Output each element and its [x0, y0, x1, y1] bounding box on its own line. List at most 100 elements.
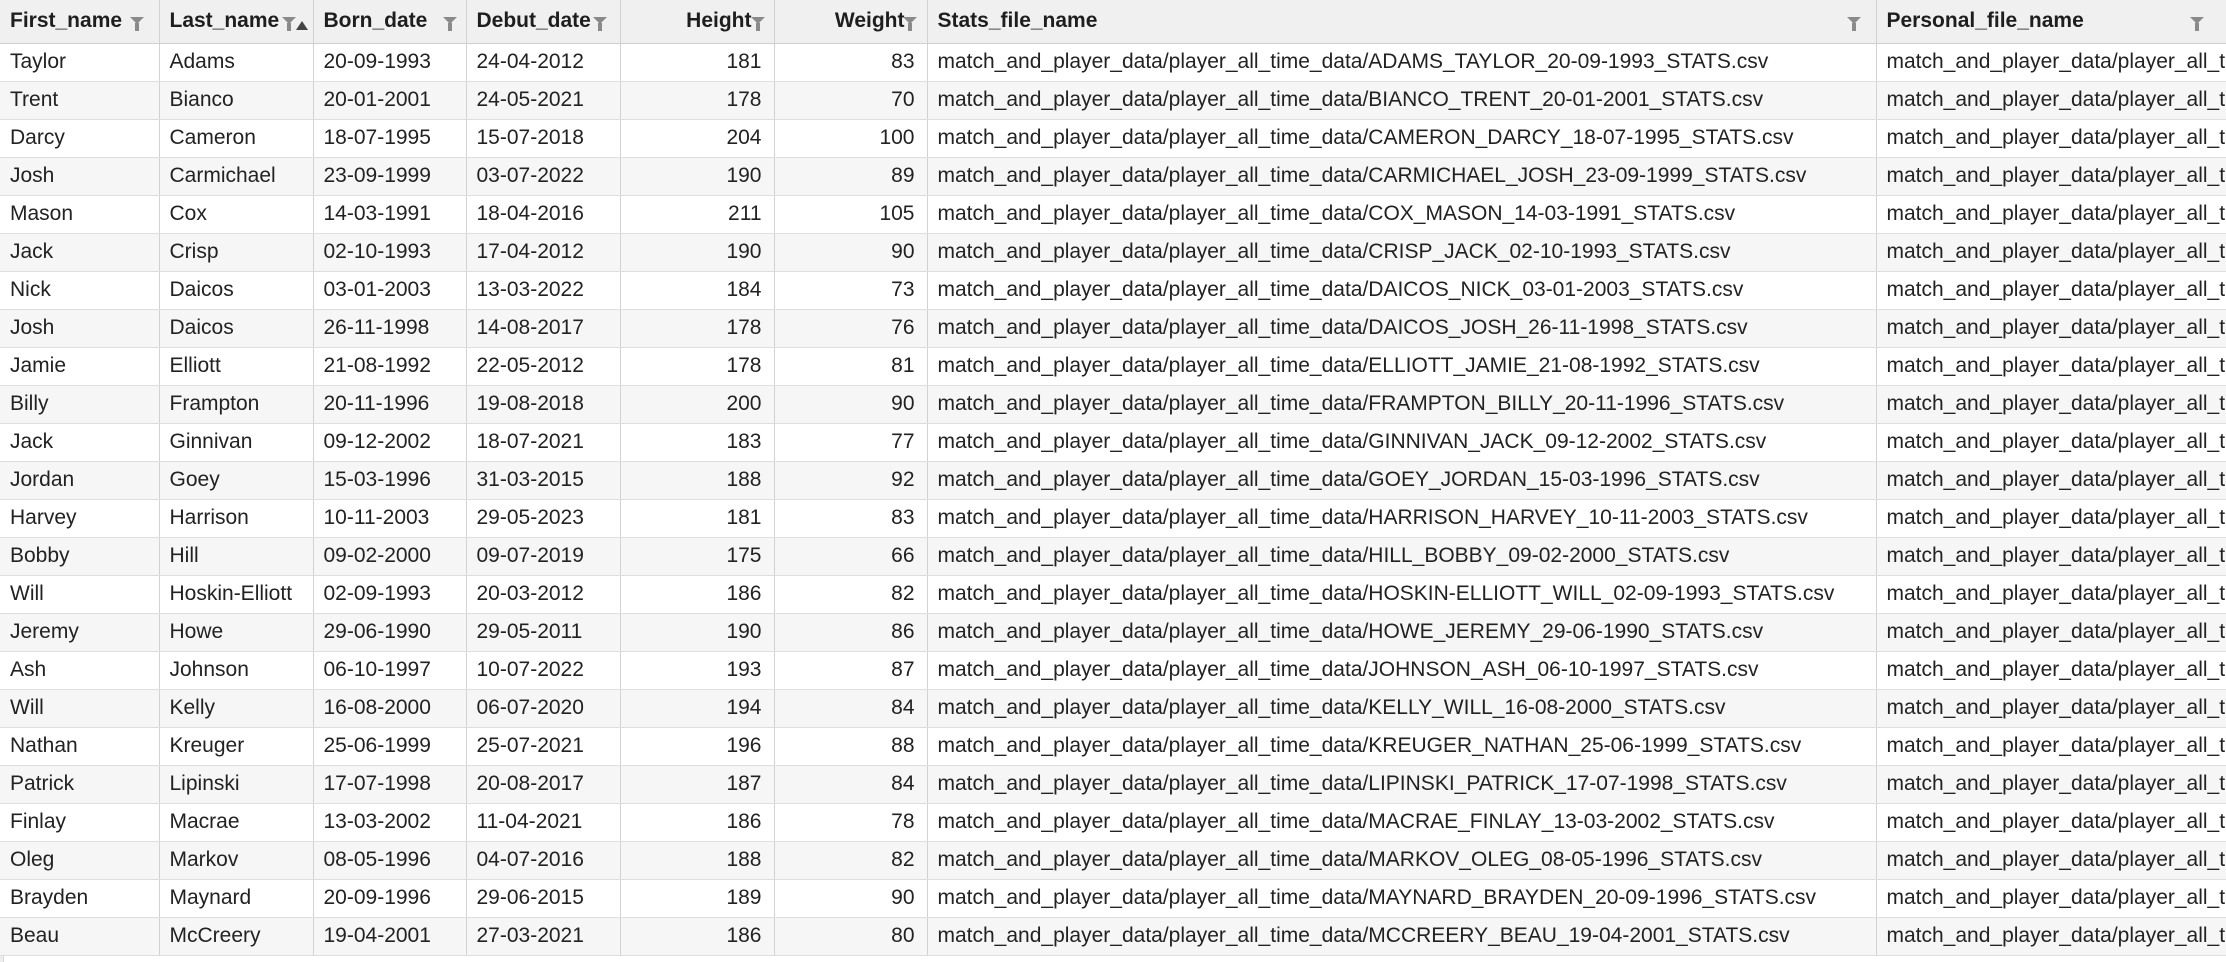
cell-born-date[interactable]: 15-03-1996 [313, 461, 467, 500]
cell-personal-file-name[interactable]: match_and_player_data/player_all_time_da… [1876, 347, 2226, 386]
cell-debut-date[interactable]: 04-07-2016 [466, 841, 621, 880]
table-row[interactable]: Will Hoskin-Elliott 02-09-1993 20-03-2012 18… [0, 575, 2226, 614]
cell-personal-file-name[interactable]: match_and_player_data/player_all_time_da… [1876, 651, 2226, 690]
cell-stats-file-name[interactable]: match_and_player_data/player_all_time_da… [927, 917, 1877, 956]
table-row[interactable]: Trent Bianco 20-01-2001 24-05-2021 178 70 matc… [0, 81, 2226, 120]
cell-last-name[interactable]: Frampton [159, 385, 314, 424]
filter-icon[interactable] [2189, 17, 2204, 31]
cell-personal-file-name[interactable]: match_and_player_data/player_all_time_da… [1876, 119, 2226, 158]
sort-ascending-icon[interactable] [295, 21, 308, 30]
cell-born-date[interactable]: 26-11-1998 [313, 309, 467, 348]
filter-icon[interactable] [281, 17, 296, 31]
cell-weight[interactable]: 90 [774, 233, 928, 272]
cell-weight[interactable]: 83 [774, 499, 928, 538]
cell-height[interactable]: 190 [620, 157, 775, 196]
cell-personal-file-name[interactable]: match_and_player_data/player_all_time_da… [1876, 689, 2226, 728]
cell-born-date[interactable]: 20-09-1996 [313, 879, 467, 918]
cell-stats-file-name[interactable]: match_and_player_data/player_all_time_da… [927, 879, 1877, 918]
column-header-weight[interactable]: Weight [774, 0, 928, 44]
cell-stats-file-name[interactable]: match_and_player_data/player_all_time_da… [927, 727, 1877, 766]
column-header-height[interactable]: Height [620, 0, 775, 44]
cell-weight[interactable]: 78 [774, 803, 928, 842]
cell-debut-date[interactable]: 10-07-2022 [466, 651, 621, 690]
cell-weight[interactable]: 82 [774, 575, 928, 614]
cell-last-name[interactable]: Bianco [159, 81, 314, 120]
cell-personal-file-name[interactable]: match_and_player_data/player_all_time_da… [1876, 537, 2226, 576]
cell-personal-file-name[interactable]: match_and_player_data/player_all_time_da… [1876, 841, 2226, 880]
table-row[interactable]: Jack Crisp 02-10-1993 17-04-2012 190 90 match_… [0, 233, 2226, 272]
cell-weight[interactable]: 84 [774, 689, 928, 728]
cell-personal-file-name[interactable]: match_and_player_data/player_all_time_da… [1876, 879, 2226, 918]
cell-last-name[interactable]: Kelly [159, 689, 314, 728]
cell-last-name[interactable]: Daicos [159, 309, 314, 348]
cell-born-date[interactable]: 10-11-2003 [313, 499, 467, 538]
cell-born-date[interactable]: 20-11-1996 [313, 385, 467, 424]
cell-weight[interactable]: 73 [774, 271, 928, 310]
cell-first-name[interactable]: Jeremy [0, 613, 160, 652]
cell-height[interactable]: 194 [620, 689, 775, 728]
cell-last-name[interactable]: Johnson [159, 651, 314, 690]
cell-last-name[interactable]: Crisp [159, 233, 314, 272]
cell-debut-date[interactable]: 13-03-2022 [466, 271, 621, 310]
cell-debut-date[interactable]: 29-05-2023 [466, 499, 621, 538]
cell-last-name[interactable]: McCreery [159, 917, 314, 956]
cell-born-date[interactable]: 08-05-1996 [313, 841, 467, 880]
cell-weight[interactable]: 90 [774, 385, 928, 424]
cell-stats-file-name[interactable]: match_and_player_data/player_all_time_da… [927, 385, 1877, 424]
cell-debut-date[interactable]: 14-08-2017 [466, 309, 621, 348]
cell-stats-file-name[interactable]: match_and_player_data/player_all_time_da… [927, 499, 1877, 538]
table-row[interactable]: Darcy Cameron 18-07-1995 15-07-2018 204 100 ma… [0, 119, 2226, 158]
cell-height[interactable]: 190 [620, 233, 775, 272]
cell-stats-file-name[interactable]: match_and_player_data/player_all_time_da… [927, 423, 1877, 462]
filter-icon[interactable] [1846, 17, 1861, 31]
cell-debut-date[interactable]: 27-03-2021 [466, 917, 621, 956]
cell-born-date[interactable]: 23-09-1999 [313, 157, 467, 196]
cell-last-name[interactable]: Elliott [159, 347, 314, 386]
cell-born-date[interactable]: 09-12-2002 [313, 423, 467, 462]
cell-first-name[interactable]: Jordan [0, 461, 160, 500]
cell-first-name[interactable]: Brayden [0, 879, 160, 918]
cell-stats-file-name[interactable]: match_and_player_data/player_all_time_da… [927, 461, 1877, 500]
cell-debut-date[interactable]: 18-04-2016 [466, 195, 621, 234]
cell-first-name[interactable]: Jamie [0, 347, 160, 386]
cell-height[interactable]: 178 [620, 309, 775, 348]
cell-weight[interactable]: 90 [774, 879, 928, 918]
cell-last-name[interactable]: Macrae [159, 803, 314, 842]
cell-stats-file-name[interactable]: match_and_player_data/player_all_time_da… [927, 271, 1877, 310]
cell-first-name[interactable]: Billy [0, 385, 160, 424]
cell-stats-file-name[interactable]: match_and_player_data/player_all_time_da… [927, 309, 1877, 348]
table-row[interactable]: Josh Carmichael 23-09-1999 03-07-2022 190 89 m… [0, 157, 2226, 196]
table-row[interactable]: Jordan Goey 15-03-1996 31-03-2015 188 92 match… [0, 461, 2226, 500]
cell-personal-file-name[interactable]: match_and_player_data/player_all_time_da… [1876, 917, 2226, 956]
cell-height[interactable]: 181 [620, 499, 775, 538]
cell-weight[interactable]: 100 [774, 119, 928, 158]
cell-born-date[interactable]: 06-10-1997 [313, 651, 467, 690]
cell-personal-file-name[interactable]: match_and_player_data/player_all_time_da… [1876, 575, 2226, 614]
cell-height[interactable]: 189 [620, 879, 775, 918]
cell-born-date[interactable]: 17-07-1998 [313, 765, 467, 804]
cell-debut-date[interactable]: 20-03-2012 [466, 575, 621, 614]
cell-last-name[interactable]: Lipinski [159, 765, 314, 804]
cell-personal-file-name[interactable]: match_and_player_data/player_all_time_da… [1876, 81, 2226, 120]
cell-stats-file-name[interactable]: match_and_player_data/player_all_time_da… [927, 119, 1877, 158]
cell-first-name[interactable]: Will [0, 575, 160, 614]
cell-height[interactable]: 190 [620, 613, 775, 652]
cell-height[interactable]: 186 [620, 917, 775, 956]
cell-height[interactable]: 211 [620, 195, 775, 234]
table-row[interactable]: Jack Ginnivan 09-12-2002 18-07-2021 183 77 mat… [0, 423, 2226, 462]
table-row[interactable]: Will Kelly 16-08-2000 06-07-2020 194 84 match_… [0, 689, 2226, 728]
column-header-first-name[interactable]: First_name [0, 0, 160, 44]
cell-personal-file-name[interactable]: match_and_player_data/player_all_time_da… [1876, 233, 2226, 272]
cell-personal-file-name[interactable]: match_and_player_data/player_all_time_da… [1876, 43, 2226, 82]
cell-weight[interactable]: 76 [774, 309, 928, 348]
column-header-debut-date[interactable]: Debut_date [466, 0, 621, 44]
cell-weight[interactable]: 81 [774, 347, 928, 386]
cell-personal-file-name[interactable]: match_and_player_data/player_all_time_da… [1876, 385, 2226, 424]
cell-last-name[interactable]: Carmichael [159, 157, 314, 196]
table-row[interactable]: Oleg Markov 08-05-1996 04-07-2016 188 82 match… [0, 841, 2226, 880]
cell-personal-file-name[interactable]: match_and_player_data/player_all_time_da… [1876, 765, 2226, 804]
cell-first-name[interactable]: Josh [0, 157, 160, 196]
cell-personal-file-name[interactable]: match_and_player_data/player_all_time_da… [1876, 157, 2226, 196]
cell-born-date[interactable]: 18-07-1995 [313, 119, 467, 158]
cell-debut-date[interactable]: 31-03-2015 [466, 461, 621, 500]
